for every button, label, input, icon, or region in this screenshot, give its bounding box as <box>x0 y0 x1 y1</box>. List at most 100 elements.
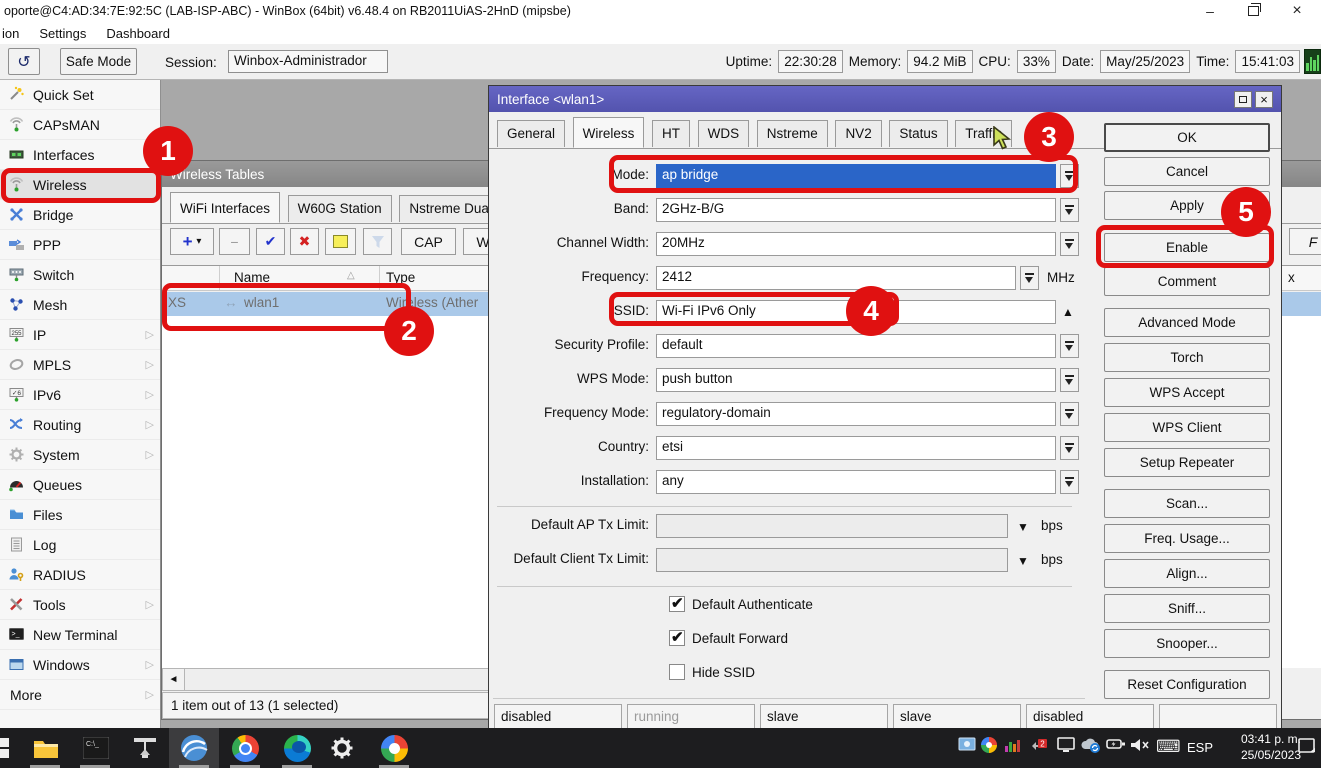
wps-mode-select[interactable]: push button <box>656 368 1056 392</box>
tab-w60g-station[interactable]: W60G Station <box>288 195 392 222</box>
filter-button[interactable] <box>363 228 392 255</box>
sidebar-item-capsman[interactable]: CAPsMAN <box>0 110 160 140</box>
default-client-tx-limit-input[interactable] <box>656 548 1008 572</box>
channel-width-dropdown-icon[interactable] <box>1060 232 1079 256</box>
notification-center-icon[interactable] <box>1298 737 1318 758</box>
ap-tx-down-icon[interactable]: ▼ <box>1017 520 1029 534</box>
ssid-collapse-icon[interactable]: ▲ <box>1062 305 1074 319</box>
sidebar-item-system[interactable]: System ▷ <box>0 440 160 470</box>
sniff-button[interactable]: Sniff... <box>1104 594 1270 623</box>
update-badge-icon[interactable]: 2 <box>1028 737 1048 758</box>
sidebar-item-routing[interactable]: Routing ▷ <box>0 410 160 440</box>
cancel-button[interactable]: Cancel <box>1104 157 1270 186</box>
wps-mode-dropdown-icon[interactable] <box>1060 368 1079 392</box>
disable-button[interactable]: ✖ <box>290 228 319 255</box>
sort-icon[interactable]: △ <box>347 270 355 281</box>
installation-dropdown-icon[interactable] <box>1060 470 1079 494</box>
tray-browser-icon[interactable] <box>981 737 997 753</box>
sidebar-item-mpls[interactable]: MPLS ▷ <box>0 350 160 380</box>
menu-settings[interactable]: Settings <box>29 26 96 41</box>
start-button-icon[interactable] <box>0 734 14 762</box>
frequency-dropdown-icon[interactable] <box>1020 266 1039 290</box>
remote-monitor-icon[interactable] <box>958 737 976 756</box>
cap-button[interactable]: CAP <box>401 228 456 255</box>
freq-usage-button[interactable]: Freq. Usage... <box>1104 524 1270 553</box>
enable-button[interactable]: ✔ <box>256 228 285 255</box>
tab-nstreme-dual[interactable]: Nstreme Dual <box>399 195 502 222</box>
sidebar-item-more[interactable]: More ▷ <box>0 680 160 710</box>
sidebar-item-queues[interactable]: Queues <box>0 470 160 500</box>
align-button[interactable]: Align... <box>1104 559 1270 588</box>
sidebar-item-log[interactable]: Log <box>0 530 160 560</box>
frequency-mode-dropdown-icon[interactable] <box>1060 402 1079 426</box>
wps-client-button[interactable]: WPS Client <box>1104 413 1270 442</box>
band-select[interactable]: 2GHz-B/G <box>656 198 1056 222</box>
country-select[interactable]: etsi <box>656 436 1056 460</box>
browser-colorful-icon[interactable] <box>380 734 408 762</box>
tab-status[interactable]: Status <box>889 120 947 147</box>
dialog-restore-icon[interactable] <box>1234 91 1252 108</box>
sidebar-item-tools[interactable]: Tools ▷ <box>0 590 160 620</box>
snooper-button[interactable]: Snooper... <box>1104 629 1270 658</box>
find-button[interactable]: F <box>1289 228 1321 255</box>
client-tx-down-icon[interactable]: ▼ <box>1017 554 1029 568</box>
restore-icon[interactable] <box>1248 6 1259 16</box>
safe-mode-button[interactable]: Safe Mode <box>60 48 137 75</box>
security-profile-select[interactable]: default <box>656 334 1056 358</box>
torch-button[interactable]: Torch <box>1104 343 1270 372</box>
country-dropdown-icon[interactable] <box>1060 436 1079 460</box>
edge-icon[interactable] <box>283 734 311 762</box>
comment-button[interactable]: Comment <box>1104 267 1270 296</box>
sidebar-item-ipv6[interactable]: ✓6 IPv6 ▷ <box>0 380 160 410</box>
sidebar-item-switch[interactable]: Switch <box>0 260 160 290</box>
taskbar-clock[interactable]: 03:41 p. m. 25/05/2023 <box>1215 731 1301 763</box>
advanced-mode-button[interactable]: Advanced Mode <box>1104 308 1270 337</box>
dialog-close-icon[interactable]: × <box>1255 91 1273 108</box>
equalizer-icon[interactable] <box>1004 737 1022 756</box>
menu-dashboard[interactable]: Dashboard <box>96 26 180 41</box>
installation-select[interactable]: any <box>656 470 1056 494</box>
sidebar-item-mesh[interactable]: Mesh <box>0 290 160 320</box>
hide-ssid-checkbox[interactable] <box>669 664 685 680</box>
menu-session[interactable]: ion <box>0 26 29 41</box>
tool-utility-icon[interactable] <box>131 734 159 762</box>
scroll-left-icon[interactable]: ◄ <box>163 669 185 690</box>
language-indicator[interactable]: ESP <box>1187 740 1213 755</box>
undo-icon[interactable]: ↺ <box>8 48 40 75</box>
chrome-icon[interactable] <box>231 734 259 762</box>
tab-wds[interactable]: WDS <box>698 120 750 147</box>
frequency-mode-select[interactable]: regulatory-domain <box>656 402 1056 426</box>
cloud-sync-icon[interactable] <box>1080 737 1102 757</box>
comment-button[interactable] <box>325 228 356 255</box>
channel-width-select[interactable]: 20MHz <box>656 232 1056 256</box>
scan-button[interactable]: Scan... <box>1104 489 1270 518</box>
security-profile-dropdown-icon[interactable] <box>1060 334 1079 358</box>
settings-gear-icon[interactable] <box>328 734 356 762</box>
tab-wireless[interactable]: Wireless <box>573 117 645 148</box>
default-forward-checkbox[interactable] <box>669 630 685 646</box>
add-button[interactable]: + ▾ <box>170 228 214 255</box>
sidebar-item-windows[interactable]: Windows ▷ <box>0 650 160 680</box>
frequency-input[interactable]: 2412 <box>656 266 1016 290</box>
command-prompt-icon[interactable]: C:\_ <box>82 734 110 762</box>
sidebar-item-new-terminal[interactable]: >_ New Terminal <box>0 620 160 650</box>
dialog-titlebar[interactable]: Interface <wlan1> × <box>489 86 1281 112</box>
tab-nstreme[interactable]: Nstreme <box>757 120 828 147</box>
sidebar-item-ip[interactable]: 255 IP ▷ <box>0 320 160 350</box>
minimize-icon[interactable]: – <box>1200 3 1220 19</box>
sidebar-item-files[interactable]: Files <box>0 500 160 530</box>
network-display-icon[interactable] <box>1056 737 1076 756</box>
sidebar-item-bridge[interactable]: Bridge <box>0 200 160 230</box>
sidebar-item-ppp[interactable]: PPP <box>0 230 160 260</box>
ok-button[interactable]: OK <box>1104 123 1270 152</box>
column-partial[interactable]: x <box>1288 270 1295 285</box>
setup-repeater-button[interactable]: Setup Repeater <box>1104 448 1270 477</box>
reset-configuration-button[interactable]: Reset Configuration <box>1104 670 1270 699</box>
tab-wifi-interfaces[interactable]: WiFi Interfaces <box>170 192 280 223</box>
file-explorer-icon[interactable] <box>32 734 60 762</box>
sidebar-item-radius[interactable]: RADIUS <box>0 560 160 590</box>
power-plug-icon[interactable] <box>1106 737 1126 754</box>
sidebar-item-interfaces[interactable]: Interfaces <box>0 140 160 170</box>
sidebar-item-quick-set[interactable]: Quick Set <box>0 80 160 110</box>
tab-ht[interactable]: HT <box>652 120 690 147</box>
